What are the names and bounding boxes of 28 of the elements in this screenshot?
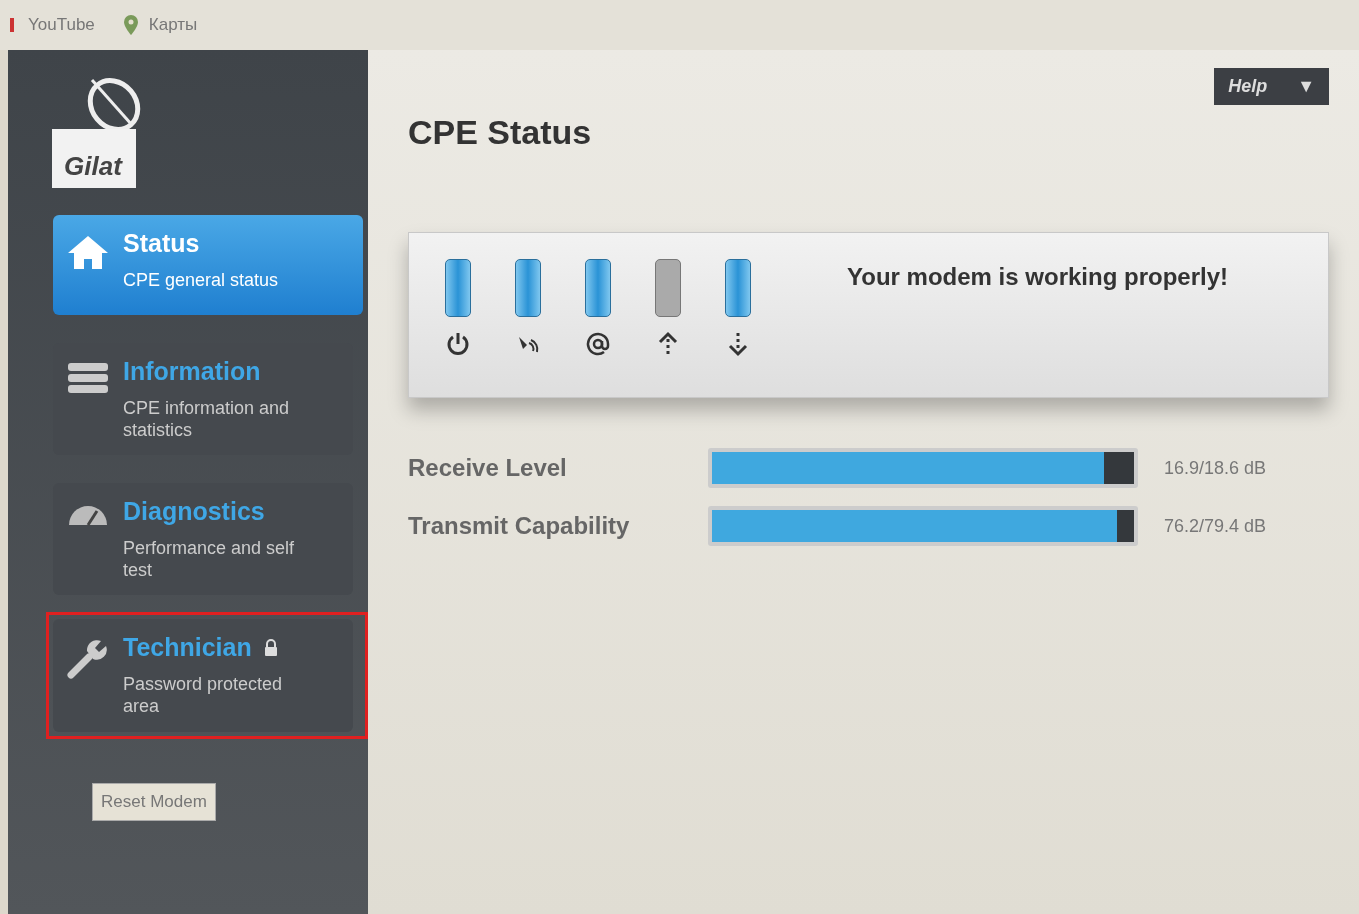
nav-subtitle: Performance and self test (123, 538, 296, 582)
home-icon (66, 233, 110, 271)
nav-title: Information (123, 357, 261, 386)
meter-reading: 16.9/18.6 dB (1163, 457, 1268, 479)
page-title: CPE Status (408, 113, 593, 152)
nav-subtitle: Password protected area (123, 674, 284, 718)
list-icon (68, 361, 108, 395)
meter-label: Transmit Capability (408, 512, 631, 540)
reset-modem-button[interactable]: Reset Modem (92, 782, 216, 821)
power-icon (445, 331, 471, 357)
bookmark-link[interactable]: Карты (148, 15, 198, 35)
nav-item[interactable]: Status CPE general status (53, 215, 363, 315)
help-dropdown[interactable]: Help ▼ (1214, 68, 1329, 105)
nav-title: Status (123, 229, 200, 258)
nav-subtitle: CPE information and statistics (123, 398, 291, 442)
nav-title: Technician (123, 633, 252, 663)
status-message: Your modem is working properly! (847, 263, 1228, 291)
wrench-icon (67, 637, 109, 680)
bookmark-link[interactable]: YouTube (28, 15, 95, 35)
map-pin-icon (122, 14, 139, 36)
nav-item[interactable]: Technician Password protected area (53, 619, 353, 732)
at-sign-icon (585, 331, 611, 357)
nav-title: Diagnostics (123, 497, 265, 527)
meter-label: Receive Level (408, 454, 568, 482)
meter-reading: 76.2/79.4 dB (1163, 515, 1268, 537)
nav-subtitle: CPE general status (123, 270, 279, 292)
nav-item[interactable]: Diagnostics Performance and self test (53, 483, 353, 596)
logo: Gilat (52, 70, 152, 188)
